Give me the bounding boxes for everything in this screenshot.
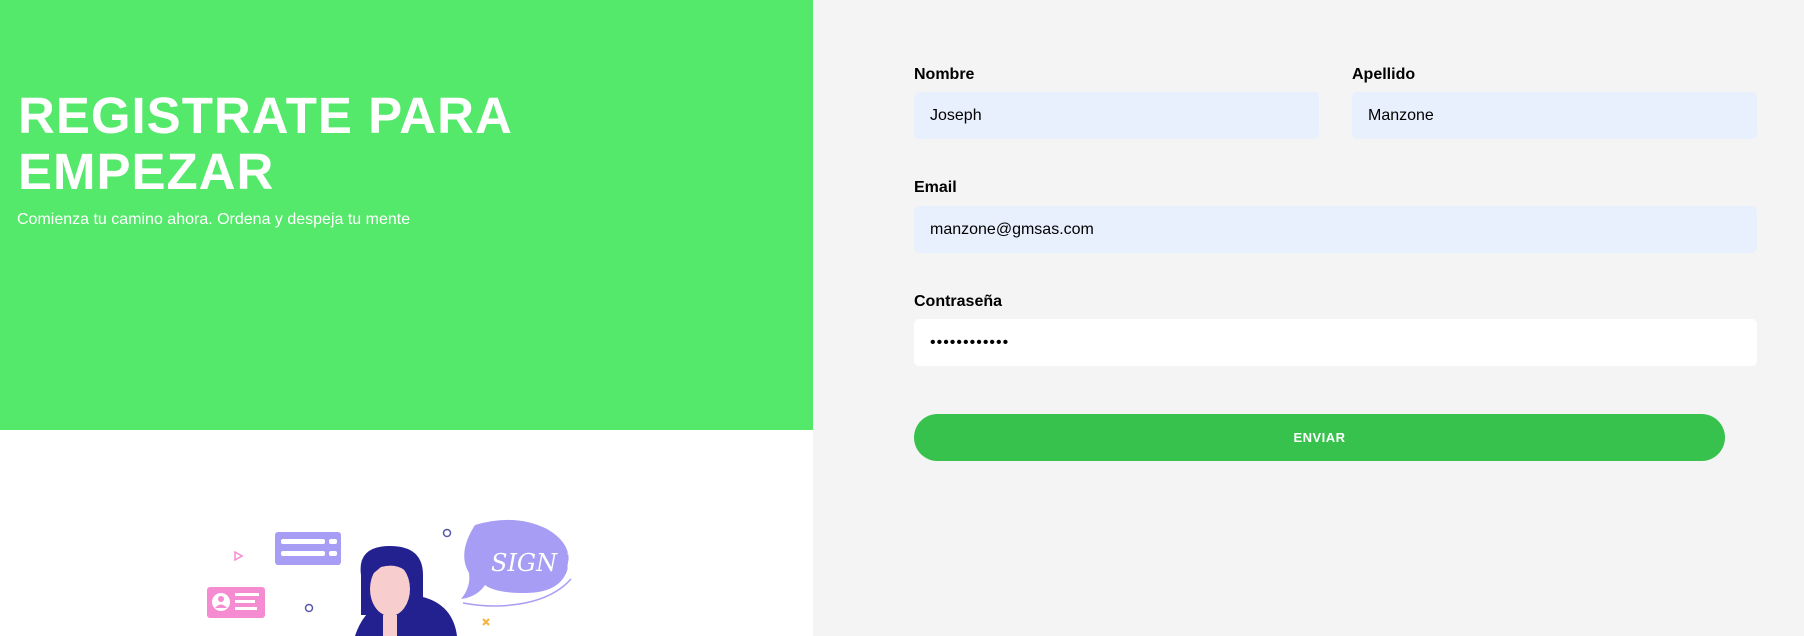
first-name-label: Nombre — [914, 66, 975, 83]
hero-title: REGISTRATE PARA EMPEZAR — [18, 87, 511, 200]
speech-bubble-text: SIGN UP — [491, 549, 602, 577]
login-card-icon — [275, 532, 341, 565]
last-name-label: Apellido — [1352, 66, 1416, 83]
password-input[interactable] — [914, 319, 1757, 366]
sign-up-illustration: SIGN UP — [207, 519, 602, 636]
left-panel: REGISTRATE PARA EMPEZAR Comienza tu cami… — [0, 0, 813, 636]
password-label: Contraseña — [914, 293, 1003, 310]
email-input[interactable] — [914, 206, 1757, 253]
triangle-decoration-icon — [234, 550, 244, 562]
form-panel: Nombre Apellido Email Contraseña ENVIAR — [813, 0, 1804, 636]
submit-button[interactable]: ENVIAR — [914, 414, 1725, 461]
speech-bubble-icon: SIGN UP — [461, 519, 602, 607]
circle-decoration-icon — [304, 603, 314, 613]
circle-decoration-icon — [442, 528, 452, 538]
email-label: Email — [914, 179, 957, 196]
hero-banner: REGISTRATE PARA EMPEZAR Comienza tu cami… — [0, 0, 813, 430]
person-icon — [355, 546, 457, 636]
hero-subtitle: Comienza tu camino ahora. Ordena y despe… — [17, 211, 411, 228]
first-name-input[interactable] — [914, 92, 1319, 139]
id-card-icon — [207, 587, 265, 618]
sparkle-decoration-icon — [482, 618, 490, 626]
last-name-input[interactable] — [1352, 92, 1757, 139]
